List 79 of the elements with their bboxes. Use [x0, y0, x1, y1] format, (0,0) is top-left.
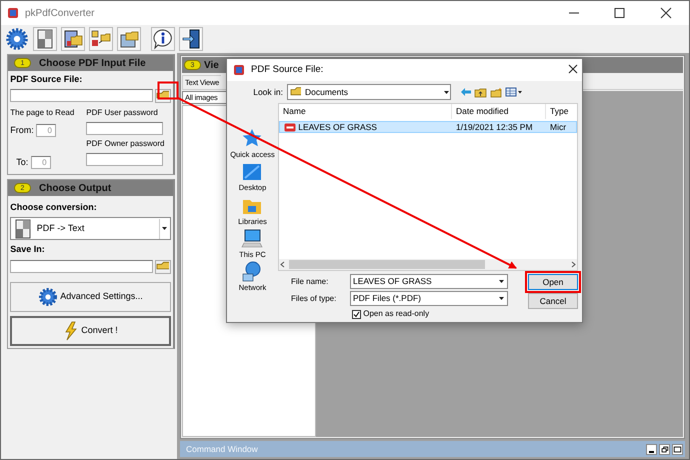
password-field[interactable]: [86, 122, 164, 135]
app-icon: [233, 64, 245, 76]
field-label: To:: [16, 156, 28, 168]
highlight-frame: [158, 82, 178, 100]
image-folder-icon: [119, 29, 139, 49]
restore-button[interactable]: [659, 444, 670, 454]
file-row[interactable]: LEAVES OF GRASS 1/19/2021 12:35 PM Micr: [279, 121, 577, 133]
field-label: Look in:: [252, 86, 284, 98]
open-document-button[interactable]: [61, 27, 85, 51]
folders-icon: [91, 29, 111, 49]
horizontal-scrollbar[interactable]: [279, 259, 577, 270]
field-label: PDF User password: [86, 107, 159, 119]
field-label: PDF Owner password: [86, 138, 166, 150]
field-label: The page to Read: [10, 107, 76, 119]
file-type: Micr: [549, 120, 568, 134]
folder-icon: [156, 261, 170, 272]
app-icon: [7, 7, 19, 19]
browse-button[interactable]: [154, 260, 171, 274]
column-header[interactable]: Date modified: [452, 104, 546, 119]
maximize-icon: [673, 444, 682, 454]
advanced-settings-button[interactable]: Advanced Settings...: [10, 282, 171, 312]
dialog-title: PDF Source File:: [251, 62, 324, 77]
command-window-title: Command Window: [186, 442, 259, 456]
maximize-button[interactable]: [672, 444, 683, 454]
file-date: 1/19/2021 12:35 PM: [455, 120, 534, 134]
view-menu-icon[interactable]: [504, 87, 523, 97]
open-button[interactable]: Open: [528, 274, 578, 290]
panel-title: Vie: [204, 58, 219, 72]
scroll-left-icon[interactable]: [279, 260, 287, 269]
look-in-dropdown[interactable]: Documents: [287, 84, 451, 100]
gear-icon[interactable]: [5, 27, 29, 51]
window-title: pkPdfConverter: [25, 6, 94, 20]
info-button[interactable]: [151, 27, 175, 51]
exit-door-icon: [181, 28, 201, 50]
lightning-icon: [63, 320, 80, 340]
computer-icon: [240, 226, 264, 249]
file-name: LEAVES OF GRASS: [298, 120, 377, 134]
field-label: Choose conversion:: [10, 200, 98, 214]
restore-icon: [660, 444, 669, 454]
checkbox[interactable]: [352, 310, 361, 318]
convert-button[interactable]: Convert !: [10, 316, 171, 346]
folder-icon: [290, 86, 301, 98]
folder-up-icon[interactable]: [474, 86, 488, 98]
minimize-icon: [649, 450, 654, 452]
field-label: Save In:: [10, 243, 46, 256]
minimize-button[interactable]: [646, 444, 657, 454]
document-icon: [14, 218, 32, 238]
caret-icon: [498, 279, 505, 284]
folders-button[interactable]: [89, 27, 113, 51]
file-type-dropdown[interactable]: PDF Files (*.PDF): [350, 291, 508, 306]
highlight-frame: [525, 271, 581, 293]
panel-title: Choose PDF Input File: [39, 56, 146, 70]
exit-button[interactable]: [179, 27, 203, 51]
image-folder-button[interactable]: [117, 27, 141, 51]
password-field[interactable]: [86, 153, 164, 166]
conversion-dropdown[interactable]: PDF -> Text: [10, 217, 171, 240]
field-label: File name:: [291, 276, 330, 288]
info-icon: [152, 28, 174, 50]
column-header[interactable]: Type: [546, 104, 576, 119]
caret-icon: [443, 90, 450, 94]
document-button[interactable]: [33, 27, 57, 51]
document-icon: [36, 29, 54, 49]
scroll-right-icon[interactable]: [569, 260, 577, 269]
document-folder-icon: [63, 29, 83, 49]
gear-icon: [38, 286, 58, 306]
field-label: PDF Source File:: [10, 73, 84, 86]
file-name-combobox[interactable]: LEAVES OF GRASS: [350, 274, 508, 289]
field-label: From:: [10, 124, 34, 137]
save-folder-field[interactable]: [10, 260, 152, 273]
field-label: Files of type:: [291, 292, 338, 304]
caret-icon: [498, 296, 505, 301]
source-file-field[interactable]: [10, 89, 152, 102]
checkbox-label: Open as read-only: [363, 308, 430, 320]
new-folder-icon[interactable]: [490, 86, 502, 98]
pdf-file-icon: [284, 122, 296, 132]
caret-icon: [160, 226, 168, 231]
panel-title: Choose Output: [39, 182, 112, 196]
cancel-button[interactable]: Cancel: [528, 293, 578, 309]
column-header[interactable]: Name: [279, 104, 452, 119]
